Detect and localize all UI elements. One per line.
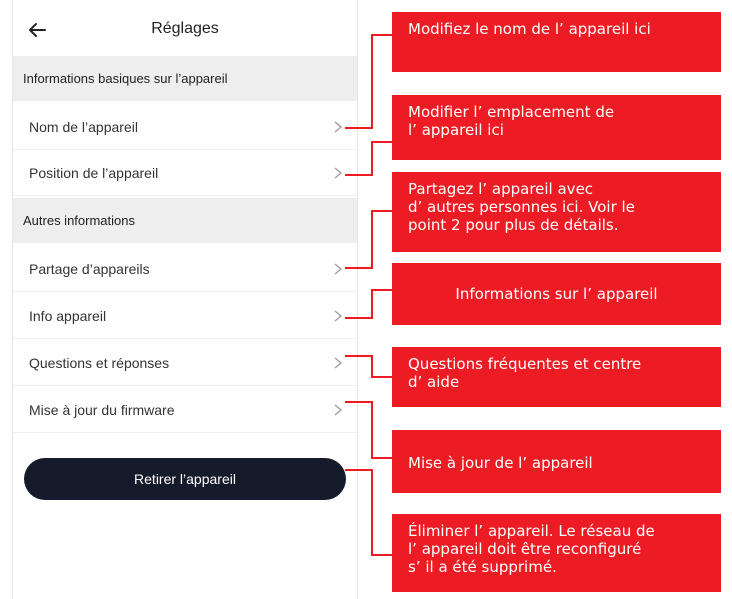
callout-sharing: Partagez l’ appareil avec d’ autres pers…	[392, 172, 721, 252]
callout-firmware: Mise à jour de l’ appareil	[392, 430, 721, 493]
chevron-right-icon	[334, 167, 343, 178]
chevron-right-icon	[334, 263, 343, 274]
settings-screen: Réglages Informations basiques sur l’app…	[12, 0, 358, 599]
row-device-position[interactable]: Position de l’appareil	[13, 150, 357, 196]
remove-device-button[interactable]: Retirer l’appareil	[24, 458, 346, 500]
callout-info: Informations sur l’ appareil	[392, 263, 721, 325]
row-label: Info appareil	[29, 307, 107, 324]
chevron-right-icon	[334, 121, 343, 132]
row-faq[interactable]: Questions et réponses	[13, 340, 357, 386]
row-label: Nom de l’appareil	[29, 118, 138, 135]
header: Réglages	[13, 0, 357, 60]
section-other-info: Autres informations	[13, 198, 357, 243]
row-firmware-update[interactable]: Mise à jour du firmware	[13, 387, 357, 433]
row-device-info[interactable]: Info appareil	[13, 293, 357, 339]
callout-remove: Éliminer l’ appareil. Le réseau de l’ ap…	[392, 514, 721, 592]
chevron-right-icon	[334, 404, 343, 415]
chevron-right-icon	[334, 310, 343, 321]
row-label: Partage d’appareils	[29, 260, 150, 277]
section-basic-info: Informations basiques sur l’appareil	[13, 56, 357, 101]
callout-location: Modifier l’ emplacement de l’ appareil i…	[392, 95, 721, 160]
row-device-sharing[interactable]: Partage d’appareils	[13, 246, 357, 292]
chevron-right-icon	[334, 357, 343, 368]
callout-rename: Modifiez le nom de l’ appareil ici	[392, 12, 721, 72]
row-label: Position de l’appareil	[29, 164, 159, 181]
callout-faq: Questions fréquentes et centre d’ aide	[392, 347, 721, 407]
row-label: Questions et réponses	[29, 354, 170, 371]
row-device-name[interactable]: Nom de l’appareil	[13, 104, 357, 150]
page-title: Réglages	[151, 20, 219, 37]
row-label: Mise à jour du firmware	[29, 401, 175, 418]
